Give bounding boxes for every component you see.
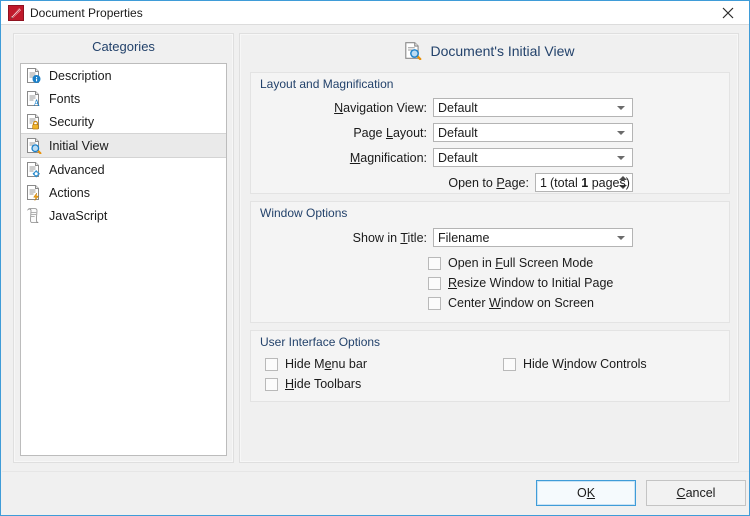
checkbox-label: Resize Window to Initial Page (448, 276, 613, 290)
chevron-down-icon (617, 156, 625, 160)
sidebar-item-description[interactable]: Description (21, 64, 226, 87)
navigation-view-value: Default (434, 101, 478, 115)
ok-button[interactable]: OK (536, 480, 636, 506)
sidebar-item-actions[interactable]: Actions (21, 181, 226, 204)
cancel-button-label: Cancel (677, 486, 716, 500)
document-lightning-icon (25, 184, 42, 201)
checkbox-label: Center Window on Screen (448, 296, 594, 310)
document-font-icon: A (25, 90, 42, 107)
sidebar-item-label: Security (49, 115, 94, 129)
sidebar-item-initial-view[interactable]: Initial View (21, 133, 226, 158)
group-title: Layout and Magnification (260, 77, 393, 91)
checkbox-box[interactable] (428, 297, 441, 310)
checkbox-label: Hide Toolbars (285, 377, 361, 391)
group-title: Window Options (260, 206, 347, 220)
checkbox-center-window-on-screen[interactable]: Center Window on Screen (428, 296, 594, 310)
dialog-footer: OK Cancel (2, 471, 750, 516)
page-layout-select[interactable]: Default (433, 123, 633, 142)
scroll-script-icon (25, 207, 42, 224)
document-gear-icon (25, 161, 42, 178)
content-panel: Document's Initial View Layout and Magni… (239, 33, 739, 463)
group-layout-and-magnification: Layout and Magnification Navigation View… (250, 72, 730, 194)
document-lock-icon (25, 113, 42, 130)
checkbox-label: Hide Window Controls (523, 357, 647, 371)
show-in-title-value: Filename (434, 231, 489, 245)
show-in-title-select[interactable]: Filename (433, 228, 633, 247)
checkbox-box[interactable] (428, 277, 441, 290)
chevron-down-icon (617, 106, 625, 110)
sidebar-item-label: Advanced (49, 163, 105, 177)
cancel-button[interactable]: Cancel (646, 480, 746, 506)
sidebar-item-label: Initial View (49, 139, 109, 153)
checkbox-label: Open in Full Screen Mode (448, 256, 593, 270)
sidebar-item-advanced[interactable]: Advanced (21, 158, 226, 181)
page-layout-label: Page Layout: (353, 126, 427, 140)
field-show-in-title: Show in Title: Filename (251, 228, 633, 247)
checkbox-hide-toolbars[interactable]: Hide Toolbars (265, 377, 361, 391)
field-navigation-view: Navigation View: Default (251, 98, 633, 117)
pdfxchange-logo-icon (8, 5, 24, 21)
page-layout-value: Default (434, 126, 478, 140)
sidebar-item-security[interactable]: Security (21, 110, 226, 133)
sidebar-item-label: JavaScript (49, 209, 107, 223)
checkbox-hide-menu-bar[interactable]: Hide Menu bar (265, 357, 367, 371)
show-in-title-label: Show in Title: (353, 231, 427, 245)
document-properties-dialog: Document Properties Categories (0, 0, 750, 516)
checkbox-open-in-full-screen-mode[interactable]: Open in Full Screen Mode (428, 256, 593, 270)
document-magnifier-icon (25, 137, 42, 154)
categories-caption: Categories (14, 39, 233, 54)
magnification-select[interactable]: Default (433, 148, 633, 167)
magnification-value: Default (434, 151, 478, 165)
dialog-body: Categories Description (2, 25, 750, 471)
checkbox-box[interactable] (428, 257, 441, 270)
checkbox-box[interactable] (503, 358, 516, 371)
field-magnification: Magnification: Default (251, 148, 633, 167)
checkbox-resize-window-to-initial-page[interactable]: Resize Window to Initial Page (428, 276, 613, 290)
sidebar-item-label: Actions (49, 186, 90, 200)
sidebar-item-javascript[interactable]: JavaScript (21, 204, 226, 227)
magnification-label: Magnification: (350, 151, 427, 165)
open-to-page-label: Open to Page: (448, 176, 529, 190)
navigation-view-select[interactable]: Default (433, 98, 633, 117)
document-info-icon (25, 67, 42, 84)
chevron-down-icon (617, 236, 625, 240)
checkbox-hide-window-controls[interactable]: Hide Window Controls (503, 357, 647, 371)
svg-text:A: A (33, 98, 40, 107)
group-title: User Interface Options (260, 335, 380, 349)
sidebar-item-fonts[interactable]: A Fonts (21, 87, 226, 110)
group-window-options: Window Options Show in Title: Filename O… (250, 201, 730, 323)
total-pages-text: (total 1 pages) (541, 173, 630, 192)
checkbox-box[interactable] (265, 378, 278, 391)
ok-button-label: OK (577, 486, 595, 500)
close-icon[interactable] (706, 1, 750, 24)
field-page-layout: Page Layout: Default (251, 123, 633, 142)
checkbox-label: Hide Menu bar (285, 357, 367, 371)
sidebar-item-label: Description (49, 69, 112, 83)
sidebar-item-label: Fonts (49, 92, 80, 106)
navigation-view-label: Navigation View: (334, 101, 427, 115)
title-bar: Document Properties (1, 1, 750, 25)
window-title: Document Properties (30, 5, 143, 21)
group-user-interface-options: User Interface Options Hide Menu bar Hid… (250, 330, 730, 402)
total-pages-prefix: (total (550, 176, 581, 190)
checkbox-box[interactable] (265, 358, 278, 371)
document-magnifier-icon (403, 41, 422, 60)
chevron-down-icon (617, 131, 625, 135)
categories-list[interactable]: Description A Fonts (20, 63, 227, 456)
content-header: Document's Initial View (240, 41, 738, 60)
total-pages-suffix: pages) (588, 176, 630, 190)
categories-panel: Categories Description (13, 33, 234, 463)
page-title: Document's Initial View (430, 43, 574, 59)
